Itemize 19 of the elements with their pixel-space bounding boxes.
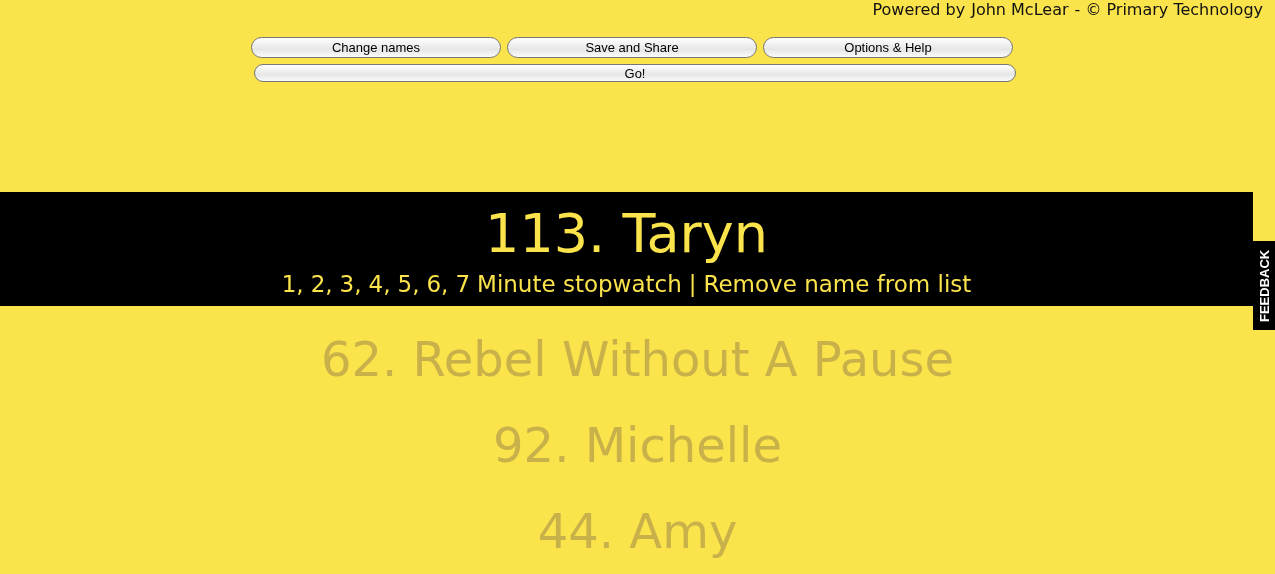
minute-link[interactable]: 5, — [397, 271, 420, 298]
feedback-tab[interactable]: FEEDBACK — [1253, 241, 1275, 330]
minute-link[interactable]: 2, — [310, 271, 333, 298]
minute-link[interactable]: 6, — [426, 271, 449, 298]
current-name: 113. Taryn — [485, 201, 768, 268]
minute-link[interactable]: 1, — [281, 271, 304, 298]
credit-text: Powered by — [872, 0, 966, 19]
menu-button[interactable]: Save and Share — [507, 37, 757, 58]
remove-name-link[interactable]: Remove name from list — [703, 271, 972, 298]
separator: | — [688, 271, 697, 298]
author-link[interactable]: John McLear — [971, 0, 1069, 19]
menu-button[interactable]: Options & Help — [763, 37, 1013, 58]
minute-link[interactable]: 7 — [455, 271, 471, 298]
minute-link[interactable]: 3, — [339, 271, 362, 298]
minute-link[interactable]: 4, — [368, 271, 391, 298]
menu-button[interactable]: Change names — [251, 37, 501, 58]
credit-text: - © Primary Technology — [1074, 0, 1263, 19]
go-button[interactable]: Go! — [254, 64, 1016, 83]
stopwatch-label: Minute stopwatch — [477, 271, 682, 298]
